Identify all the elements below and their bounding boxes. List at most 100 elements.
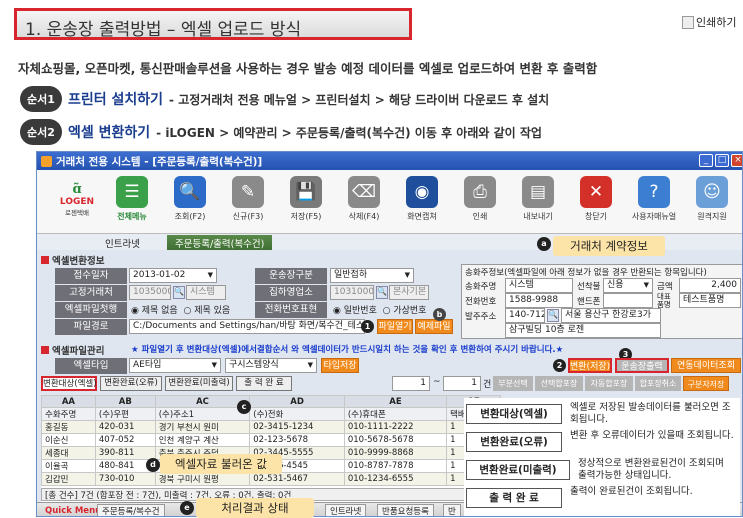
- zip-input[interactable]: 140-712: [505, 308, 545, 323]
- fare-type-select[interactable]: 일반접하: [330, 268, 414, 283]
- toolbar-item-label: 원격지원: [697, 212, 727, 221]
- result-tab[interactable]: 출 력 완 료: [236, 376, 292, 391]
- page-description: 자체쇼핑몰, 오픈마켓, 통신판매솔루션을 사용하는 경우 발송 예정 데이터를…: [18, 61, 598, 76]
- toolbar-item-export[interactable]: ▤ 내보내기: [515, 176, 561, 222]
- toolbar-item-print[interactable]: ⎙ 인쇄: [457, 176, 503, 222]
- radio-icon: ○: [382, 306, 391, 316]
- quick-menu-button[interactable]: Quick Menu: [41, 504, 105, 516]
- fee-input[interactable]: 2,400: [679, 278, 741, 293]
- toolbar-item-save[interactable]: 💾 저장(F5): [283, 176, 329, 222]
- save-icon: 💾: [290, 176, 322, 208]
- toolbar-item-close-window[interactable]: ✕ 창닫기: [573, 176, 619, 222]
- toolbar-item-new[interactable]: ✎ 신규(F3): [225, 176, 271, 222]
- grid-action-button[interactable]: 부분선택: [493, 376, 533, 391]
- sample-file-button[interactable]: 예제파일: [415, 319, 453, 334]
- pay-select[interactable]: 신용: [603, 278, 653, 293]
- sender-input[interactable]: 시스템: [505, 278, 573, 293]
- address1-input[interactable]: 서울 용산구 한강로3가: [561, 308, 661, 323]
- phone-type-radios[interactable]: ◉ 일반번호 ○ 가상번호: [333, 303, 426, 316]
- table-cell: 인천 계양구 계산: [154, 433, 251, 447]
- print-waybill-button[interactable]: 운송장출력: [615, 358, 669, 373]
- annotation-result-status: 처리결과 상태: [196, 498, 314, 518]
- grid-action-button[interactable]: 구분자저장: [683, 376, 729, 391]
- table-row[interactable]: 홍길동 420-031 경기 부천시 원미 02-3415-1234 010-1111-…: [41, 420, 501, 434]
- excel-format-radios[interactable]: ◉ 제목 없음 ○ 제목 있음: [131, 303, 230, 316]
- taskbar-tab[interactable]: 반품요청등록: [377, 504, 434, 516]
- phone-label: 전화번호: [465, 297, 497, 307]
- toolbar-item-delete[interactable]: ⌫ 삭제(F4): [341, 176, 387, 222]
- toolbar-item-search[interactable]: 🔍 조회(F2): [167, 176, 213, 222]
- sender-label: 송화주명: [465, 282, 497, 292]
- minimize-icon[interactable]: _: [699, 154, 713, 167]
- result-tab[interactable]: 변환완료(오류): [100, 376, 162, 391]
- marker-2: 2: [553, 359, 566, 372]
- open-file-button[interactable]: 파일열기: [377, 319, 413, 334]
- table-cell: 김갑민: [41, 472, 96, 486]
- page-from-input[interactable]: 1: [392, 376, 430, 391]
- type-save-button[interactable]: 타입저장: [321, 358, 359, 373]
- phone-input[interactable]: 1588-9988: [505, 293, 573, 308]
- table-cell: 이순신: [41, 433, 96, 447]
- page-to-input[interactable]: 1: [443, 376, 481, 391]
- table-cell: 420-031: [94, 420, 156, 434]
- grid-action-button[interactable]: 선택합포장: [535, 376, 583, 391]
- remote-support-icon: ☺: [696, 176, 728, 208]
- linked-data-button[interactable]: 연동데이터조회: [671, 358, 741, 373]
- table-row[interactable]: 이순신 407-052 인천 계양구 계산 02-123-5678 010-5678-5…: [41, 433, 501, 447]
- legend-description: 변환 후 오류데이터가 있을때 조회됩니다.: [570, 430, 734, 441]
- excel-type-select[interactable]: AE타입: [129, 358, 221, 373]
- maximize-icon[interactable]: □: [715, 154, 729, 167]
- receipt-date-input[interactable]: 2013-01-02: [129, 268, 217, 283]
- mobile-input[interactable]: [603, 293, 653, 308]
- toolbar-item-remote-support[interactable]: ☺ 원격지원: [689, 176, 735, 222]
- tab-order-register[interactable]: 주문등록/출력(복수건): [167, 235, 273, 250]
- address-label: 발주주소: [465, 312, 497, 322]
- print-icon: ⎙: [464, 176, 496, 208]
- excel-style-select[interactable]: 구시스템양식: [225, 358, 317, 373]
- taskbar-tab[interactable]: 반: [443, 504, 461, 516]
- grid-action-button[interactable]: 합포장취소: [635, 376, 681, 391]
- data-grid: AAABACADAEAF수화주명(수)우편(수)주소1(수)전화(수)휴대폰택배…: [41, 395, 501, 503]
- grid-action-button[interactable]: 자동합포장: [585, 376, 633, 391]
- client-name-input[interactable]: 시스템: [186, 285, 226, 300]
- print-button[interactable]: 인쇄하기: [682, 14, 742, 30]
- search-icon[interactable]: 🔍: [173, 286, 185, 299]
- section-marker-icon: [41, 346, 49, 354]
- step-badge: 순서1: [20, 86, 62, 112]
- close-icon[interactable]: ×: [731, 154, 742, 167]
- search-icon[interactable]: 🔍: [547, 309, 559, 322]
- toolbar-item-label: 조회(F2): [174, 212, 206, 221]
- toolbar-item-manual[interactable]: ? 사용자매뉴얼: [631, 176, 677, 222]
- step-1: 순서1 프린터 설치하기 - 고정거래처 전용 메뉴얼 > 프린터설치 > 해당…: [20, 86, 549, 112]
- search-icon[interactable]: 🔍: [376, 286, 388, 299]
- client-label: 고정거래처: [55, 285, 127, 301]
- excel-type-label: 엑셀타입: [55, 358, 127, 374]
- table-row[interactable]: 김갑민 730-010 경북 구미시 원평 02-531-5467 010-1234-6…: [41, 472, 501, 486]
- taskbar-tab[interactable]: 인트라넷: [325, 504, 367, 516]
- legend-item: 출 력 완 료 출력이 완료된건이 조회됩니다.: [464, 486, 740, 514]
- client-code-input[interactable]: 10350007: [129, 285, 171, 300]
- toolbar-item-menu[interactable]: ☰ 전체메뉴: [109, 176, 155, 222]
- legend-tag: 변환완료(오류): [466, 432, 562, 452]
- table-cell: 010-9999-8868: [343, 446, 448, 460]
- radio-icon: ○: [183, 306, 192, 316]
- legend-item: 변환대상(엑셀) 엑셀로 저장된 발송데이터를 불러오면 조회됩니다.: [464, 402, 740, 430]
- item-input[interactable]: 테스트품명: [679, 293, 741, 308]
- convert-save-button[interactable]: 변환(저장): [568, 358, 612, 373]
- window-titlebar: 거래처 전용 시스템 - [주문등록/출력(복수건)]: [37, 152, 742, 170]
- result-tab[interactable]: 변환대상(엑셀): [41, 376, 97, 391]
- step-path: - 고정거래처 전용 메뉴얼 > 프린터설치 > 해당 드라이버 다운로드 후 …: [169, 92, 550, 107]
- tab-intranet[interactable]: 인트라넷: [97, 235, 148, 250]
- taskbar-tab[interactable]: 주문등록/복수건: [97, 504, 165, 516]
- table-cell: 02-123-5678: [249, 433, 345, 447]
- address2-input[interactable]: 삼구빌딩 10층 로젠: [505, 323, 661, 338]
- radio-selected-icon: ◉: [333, 306, 341, 316]
- result-tab[interactable]: 변환완료(미출력): [165, 376, 233, 391]
- print-button-label: 인쇄하기: [696, 16, 737, 29]
- toolbar-item-capture[interactable]: ◉ 화면캡쳐: [399, 176, 445, 222]
- branch-code-input[interactable]: 10310000: [330, 285, 374, 300]
- toolbar-item-label: 저장(F5): [290, 212, 322, 221]
- branch-name-input[interactable]: 본사기본: [389, 285, 429, 300]
- marker-c: c: [237, 400, 251, 414]
- filepath-input[interactable]: C:/Documents and Settings/han/바탕 화면/복수건_…: [129, 319, 365, 334]
